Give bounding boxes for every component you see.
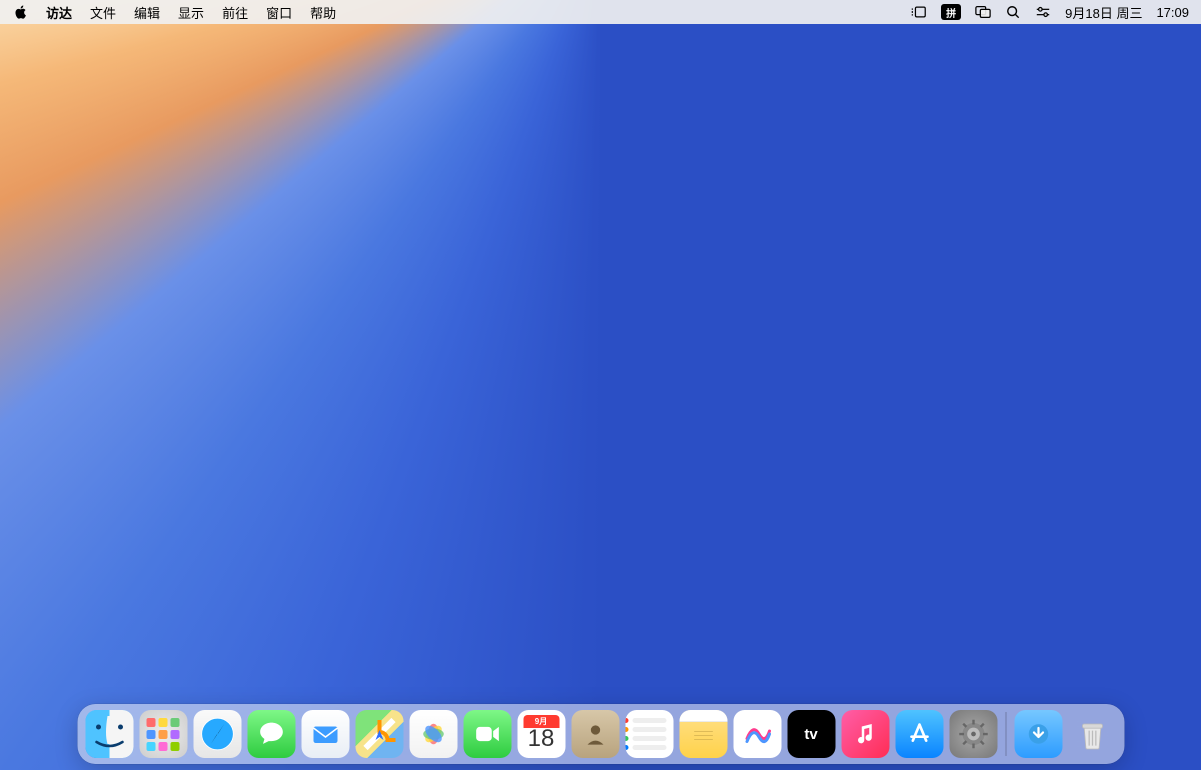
screen-mirroring-icon[interactable] xyxy=(975,5,991,19)
menubar-right: 拼 9月18日 周三 17:09 xyxy=(911,3,1189,22)
menu-window[interactable]: 窗口 xyxy=(266,3,292,22)
input-method-icon[interactable]: 拼 xyxy=(941,4,961,20)
dock-app-facetime[interactable] xyxy=(463,710,511,758)
dock-app-music[interactable] xyxy=(841,710,889,758)
dock: 9月 18 xyxy=(77,704,1124,764)
dock-app-launchpad[interactable] xyxy=(139,710,187,758)
dock-app-tv[interactable]: tv xyxy=(787,710,835,758)
dock-app-calendar[interactable]: 9月 18 xyxy=(517,710,565,758)
menu-view[interactable]: 显示 xyxy=(178,3,204,22)
control-center-icon[interactable] xyxy=(1035,5,1051,19)
menu-edit[interactable]: 编辑 xyxy=(134,3,160,22)
dock-app-appstore[interactable] xyxy=(895,710,943,758)
dock-app-notes[interactable] xyxy=(679,710,727,758)
desktop-wallpaper[interactable] xyxy=(0,0,1201,770)
dock-app-safari[interactable] xyxy=(193,710,241,758)
dock-app-freeform[interactable] xyxy=(733,710,781,758)
dock-app-maps[interactable] xyxy=(355,710,403,758)
menubar-date[interactable]: 9月18日 周三 xyxy=(1065,3,1142,22)
calendar-day-label: 18 xyxy=(528,725,555,753)
dock-app-mail[interactable] xyxy=(301,710,349,758)
dock-separator xyxy=(1005,712,1006,756)
stage-manager-icon[interactable] xyxy=(911,5,927,19)
calendar-month-label: 9月 xyxy=(523,715,559,728)
menu-file[interactable]: 文件 xyxy=(90,3,116,22)
menubar-left: 访达 文件 编辑 显示 前往 窗口 帮助 xyxy=(14,3,336,22)
apple-menu-icon[interactable] xyxy=(14,5,28,19)
dock-app-contacts[interactable] xyxy=(571,710,619,758)
dock-app-finder[interactable] xyxy=(85,710,133,758)
dock-app-messages[interactable] xyxy=(247,710,295,758)
dock-downloads-folder[interactable] xyxy=(1014,710,1062,758)
dock-trash[interactable] xyxy=(1068,710,1116,758)
menu-go[interactable]: 前往 xyxy=(222,3,248,22)
menubar-time[interactable]: 17:09 xyxy=(1156,5,1189,20)
menu-help[interactable]: 帮助 xyxy=(310,3,336,22)
dock-app-reminders[interactable] xyxy=(625,710,673,758)
menubar: 访达 文件 编辑 显示 前往 窗口 帮助 拼 xyxy=(0,0,1201,24)
app-menu[interactable]: 访达 xyxy=(46,3,72,22)
dock-app-photos[interactable] xyxy=(409,710,457,758)
spotlight-search-icon[interactable] xyxy=(1005,5,1021,19)
dock-app-settings[interactable] xyxy=(949,710,997,758)
